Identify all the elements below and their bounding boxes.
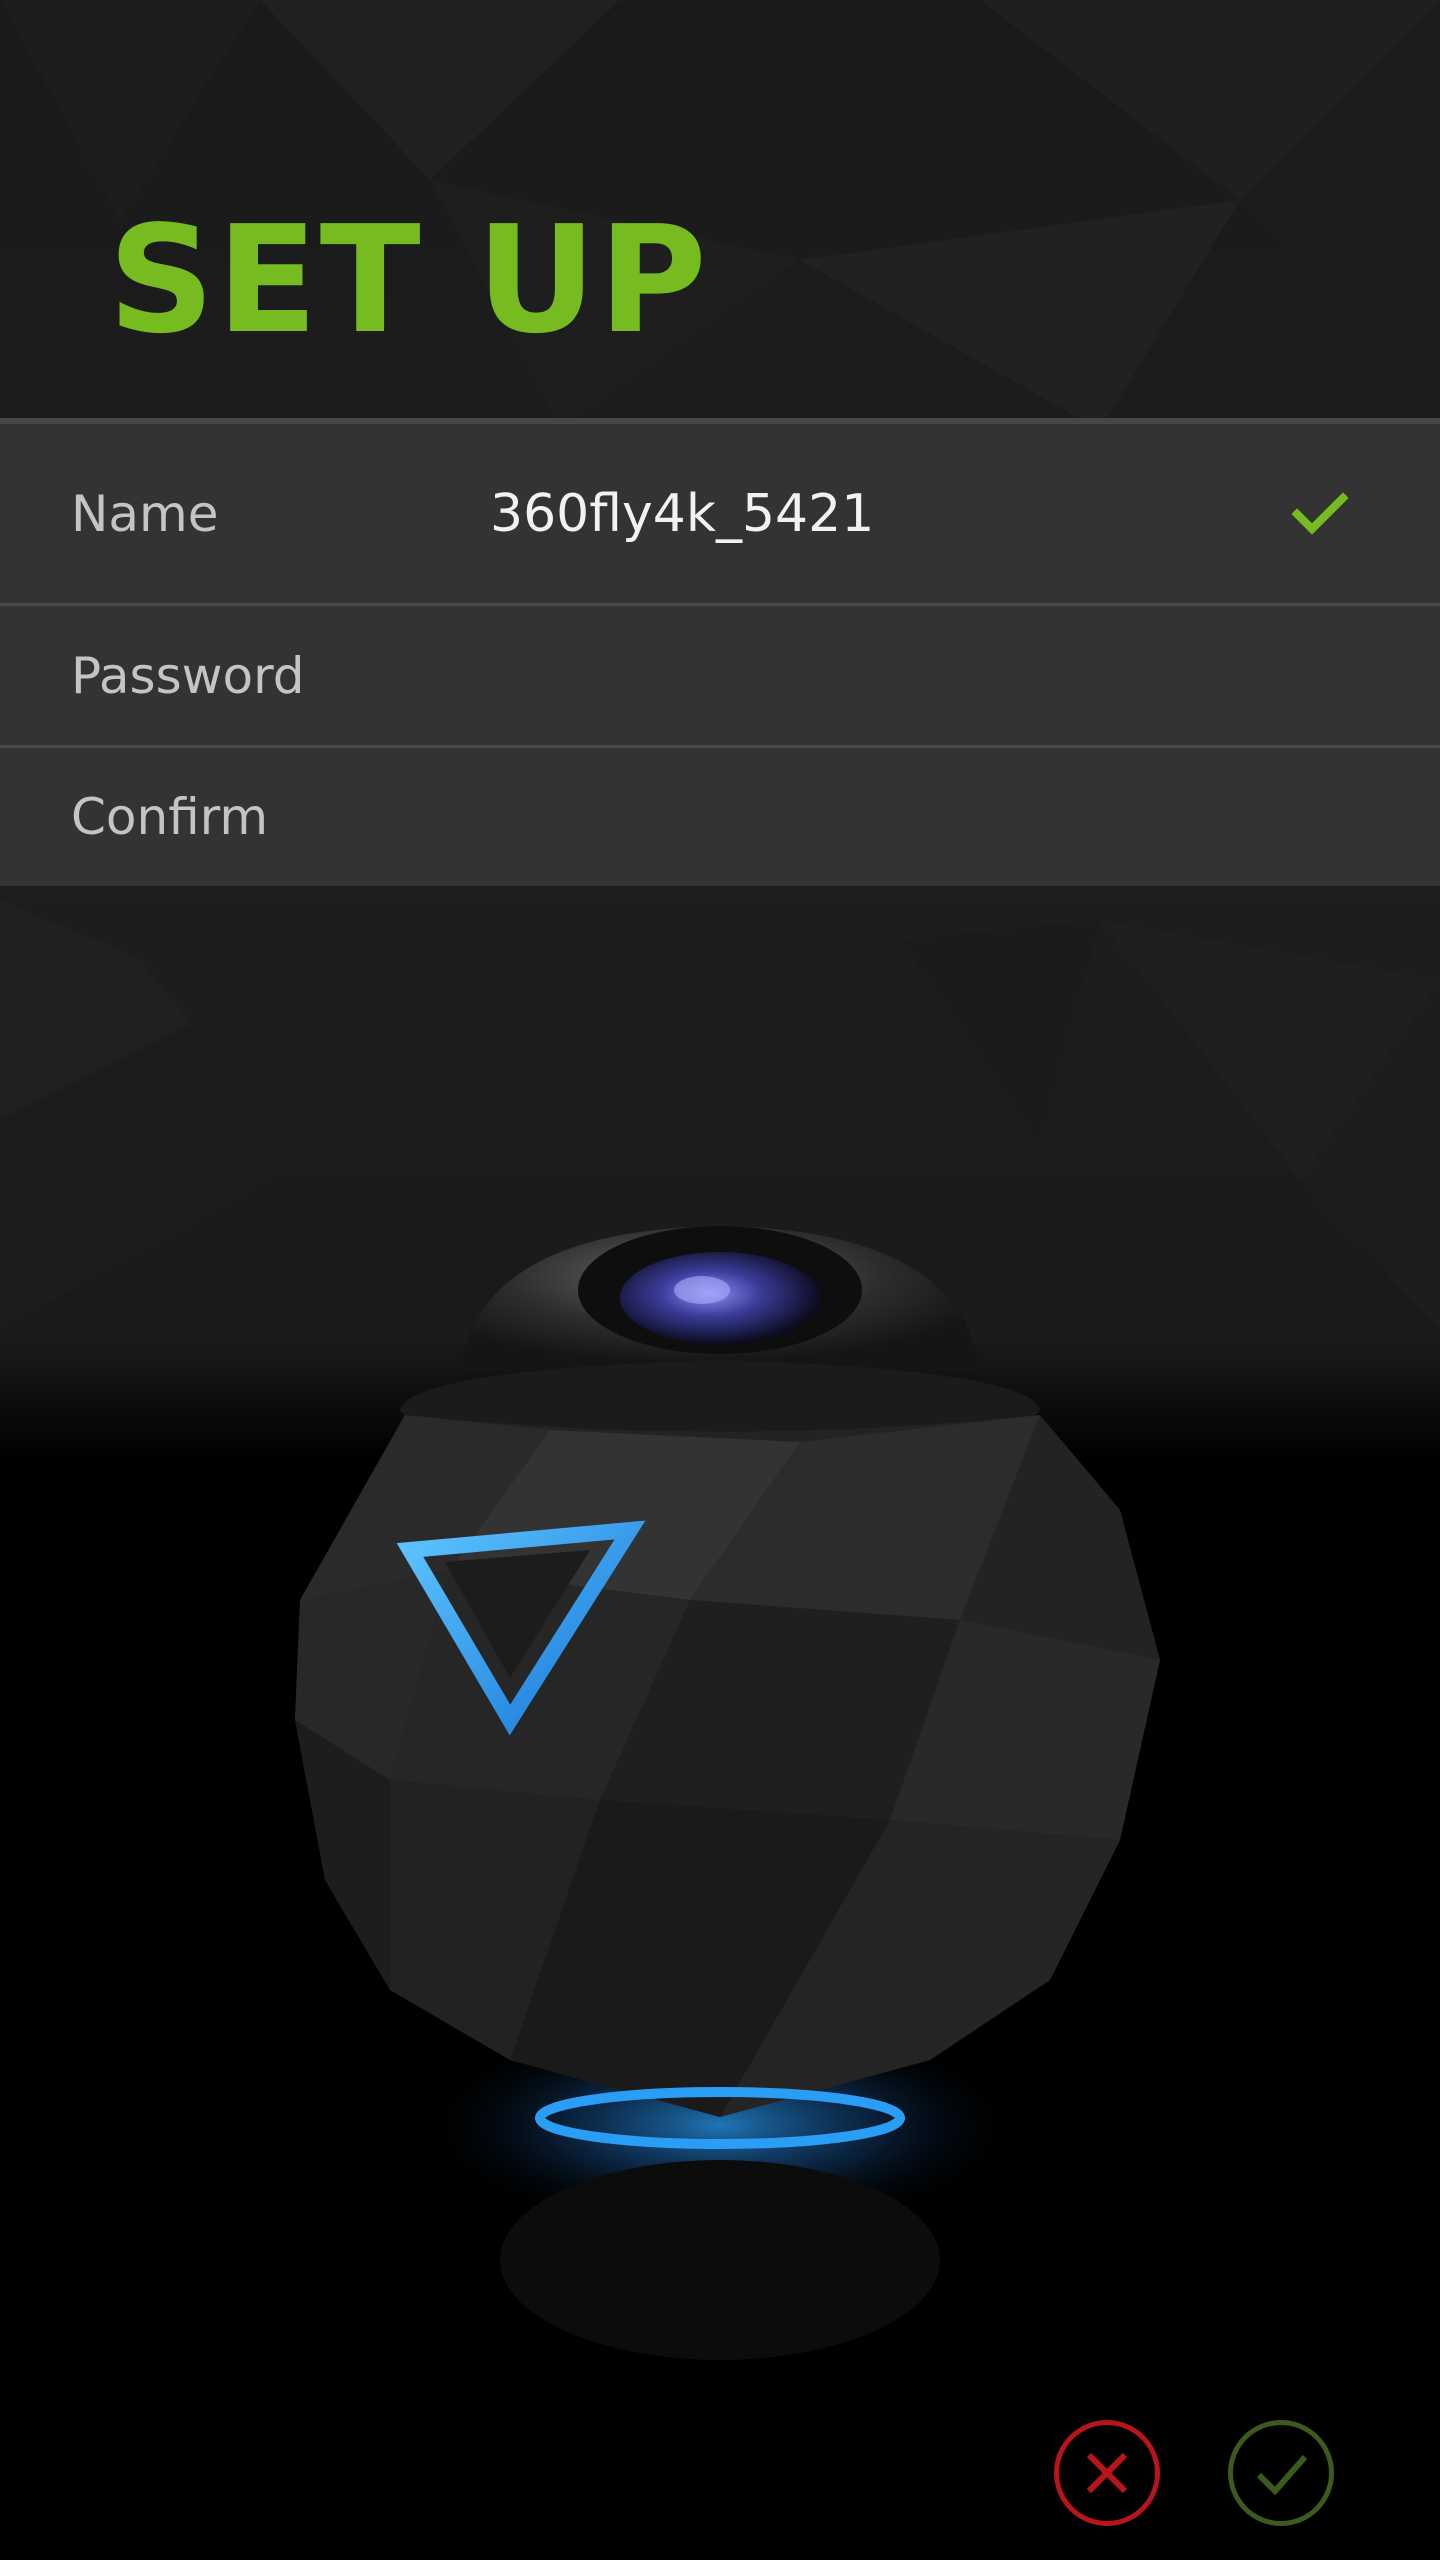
- camera-image: [295, 1226, 1160, 2360]
- cancel-button[interactable]: [1054, 2420, 1160, 2526]
- name-input[interactable]: [490, 483, 1250, 544]
- valid-check-icon: [1292, 491, 1348, 535]
- password-input[interactable]: [490, 645, 1250, 706]
- confirm-row: Confirm: [0, 748, 1440, 886]
- page-title: SET UP: [108, 194, 709, 366]
- confirm-button[interactable]: [1228, 2420, 1334, 2526]
- name-label: Name: [71, 484, 219, 543]
- confirm-password-input[interactable]: [490, 787, 1250, 847]
- close-icon: [1086, 2452, 1128, 2494]
- password-row: Password: [0, 606, 1440, 748]
- name-row: Name: [0, 424, 1440, 606]
- setup-form: Name Password Confirm: [0, 424, 1440, 886]
- confirm-label: Confirm: [71, 788, 269, 846]
- check-icon: [1256, 2455, 1308, 2496]
- password-label: Password: [71, 646, 305, 705]
